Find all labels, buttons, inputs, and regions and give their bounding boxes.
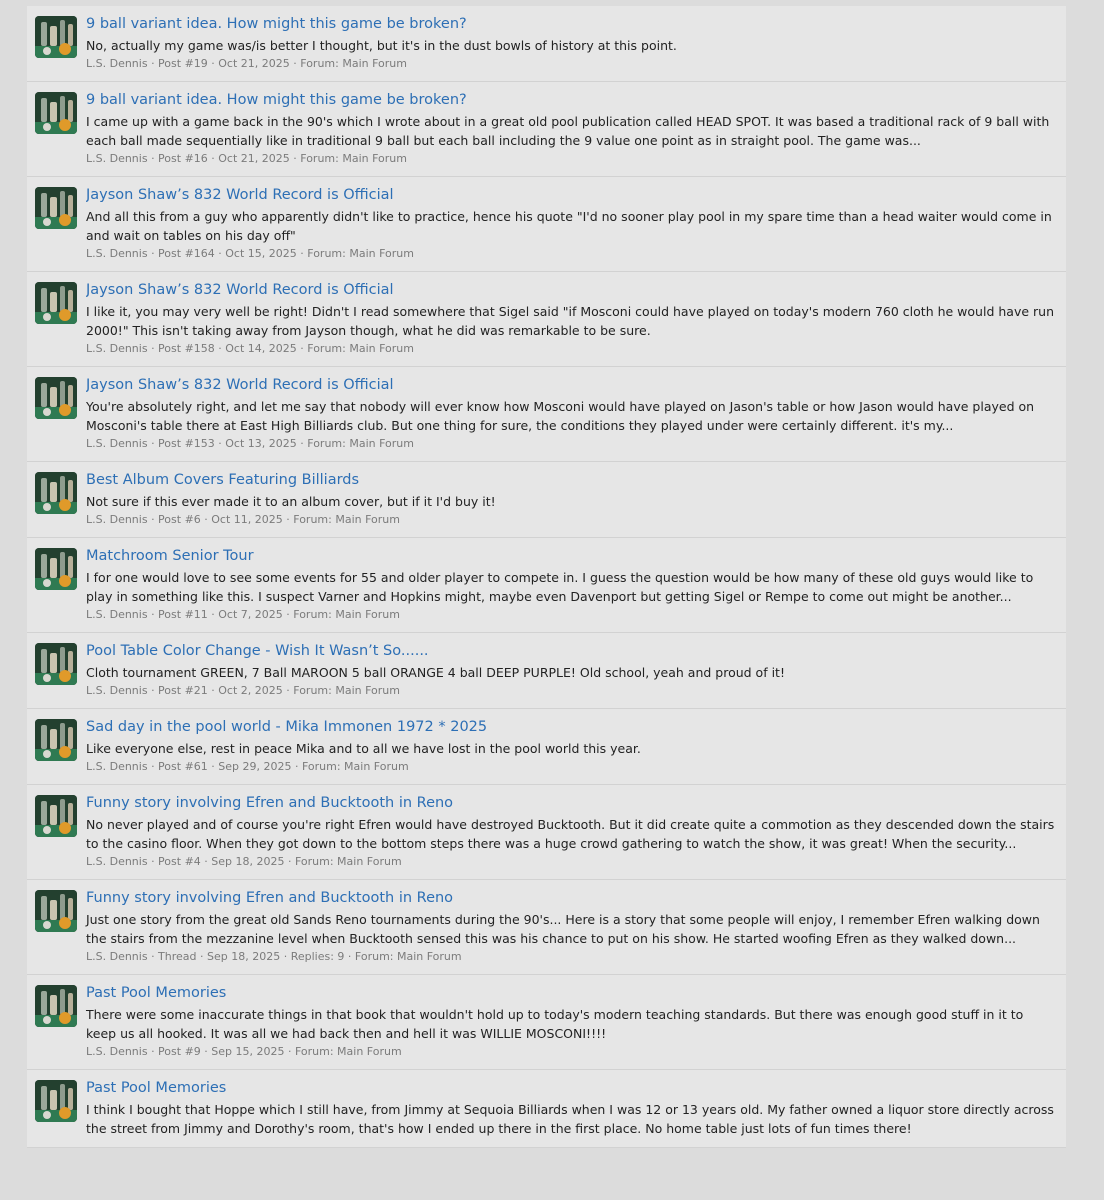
search-result-item: Funny story involving Efren and Bucktoot…: [27, 785, 1066, 880]
result-meta: L.S. Dennis · Post #19 · Oct 21, 2025 · …: [86, 57, 407, 70]
result-content: Funny story involving Efren and Bucktoot…: [86, 794, 1057, 870]
avatar-image-icon: [35, 16, 77, 58]
result-title-link[interactable]: Funny story involving Efren and Bucktoot…: [86, 794, 1057, 812]
result-snippet: I like it, you may very well be right! D…: [86, 304, 1054, 338]
result-meta: L.S. Dennis · Post #61 · Sep 29, 2025 · …: [86, 760, 409, 773]
result-meta: L.S. Dennis · Post #11 · Oct 7, 2025 · F…: [86, 608, 400, 621]
result-meta: L.S. Dennis · Post #153 · Oct 13, 2025 ·…: [86, 437, 414, 450]
avatar[interactable]: [35, 282, 77, 324]
avatar[interactable]: [35, 643, 77, 685]
result-content: Pool Table Color Change - Wish It Wasn’t…: [86, 642, 1057, 699]
avatar[interactable]: [35, 1080, 77, 1122]
result-snippet: Cloth tournament GREEN, 7 Ball MAROON 5 …: [86, 665, 785, 680]
result-snippet: No, actually my game was/is better I tho…: [86, 38, 677, 53]
avatar-image-icon: [35, 187, 77, 229]
result-title-link[interactable]: Matchroom Senior Tour: [86, 547, 1057, 565]
result-meta: L.S. Dennis · Post #16 · Oct 21, 2025 · …: [86, 152, 407, 165]
result-content: Best Album Covers Featuring Billiards No…: [86, 471, 1057, 528]
result-content: Matchroom Senior Tour I for one would lo…: [86, 547, 1057, 623]
avatar[interactable]: [35, 719, 77, 761]
search-result-item: Pool Table Color Change - Wish It Wasn’t…: [27, 633, 1066, 709]
result-snippet: No never played and of course you're rig…: [86, 817, 1055, 851]
avatar[interactable]: [35, 985, 77, 1027]
result-meta: L.S. Dennis · Post #158 · Oct 14, 2025 ·…: [86, 342, 414, 355]
search-result-item: Jayson Shaw’s 832 World Record is Offici…: [27, 177, 1066, 272]
result-title-link[interactable]: Past Pool Memories: [86, 1079, 1057, 1097]
result-meta: L.S. Dennis · Post #6 · Oct 11, 2025 · F…: [86, 513, 400, 526]
result-meta: L.S. Dennis · Post #9 · Sep 15, 2025 · F…: [86, 1045, 402, 1058]
result-title-link[interactable]: 9 ball variant idea. How might this game…: [86, 15, 1057, 33]
result-snippet: I for one would love to see some events …: [86, 570, 1034, 604]
result-content: Funny story involving Efren and Bucktoot…: [86, 889, 1057, 965]
search-result-item: Sad day in the pool world - Mika Immonen…: [27, 709, 1066, 785]
avatar-image-icon: [35, 719, 77, 761]
avatar-image-icon: [35, 890, 77, 932]
avatar[interactable]: [35, 472, 77, 514]
result-title-link[interactable]: 9 ball variant idea. How might this game…: [86, 91, 1057, 109]
result-snippet: Like everyone else, rest in peace Mika a…: [86, 741, 641, 756]
avatar[interactable]: [35, 377, 77, 419]
result-snippet: Just one story from the great old Sands …: [86, 912, 1040, 946]
result-content: 9 ball variant idea. How might this game…: [86, 15, 1057, 72]
avatar-image-icon: [35, 548, 77, 590]
result-meta: L.S. Dennis · Post #164 · Oct 15, 2025 ·…: [86, 247, 414, 260]
search-result-item: Past Pool Memories I think I bought that…: [27, 1070, 1066, 1148]
avatar-image-icon: [35, 985, 77, 1027]
search-results-list: 9 ball variant idea. How might this game…: [27, 6, 1066, 1148]
avatar-image-icon: [35, 92, 77, 134]
result-content: Past Pool Memories I think I bought that…: [86, 1079, 1057, 1138]
search-result-item: Jayson Shaw’s 832 World Record is Offici…: [27, 272, 1066, 367]
search-result-item: Best Album Covers Featuring Billiards No…: [27, 462, 1066, 538]
result-title-link[interactable]: Best Album Covers Featuring Billiards: [86, 471, 1057, 489]
result-snippet: I came up with a game back in the 90's w…: [86, 114, 1050, 148]
avatar[interactable]: [35, 890, 77, 932]
avatar-image-icon: [35, 282, 77, 324]
search-result-item: Funny story involving Efren and Bucktoot…: [27, 880, 1066, 975]
result-title-link[interactable]: Jayson Shaw’s 832 World Record is Offici…: [86, 186, 1057, 204]
result-content: Jayson Shaw’s 832 World Record is Offici…: [86, 186, 1057, 262]
avatar[interactable]: [35, 16, 77, 58]
result-title-link[interactable]: Funny story involving Efren and Bucktoot…: [86, 889, 1057, 907]
result-snippet: And all this from a guy who apparently d…: [86, 209, 1052, 243]
avatar-image-icon: [35, 472, 77, 514]
avatar-image-icon: [35, 1080, 77, 1122]
result-content: Sad day in the pool world - Mika Immonen…: [86, 718, 1057, 775]
search-result-item: 9 ball variant idea. How might this game…: [27, 6, 1066, 82]
result-title-link[interactable]: Jayson Shaw’s 832 World Record is Offici…: [86, 376, 1057, 394]
result-snippet: I think I bought that Hoppe which I stil…: [86, 1102, 1054, 1136]
result-content: 9 ball variant idea. How might this game…: [86, 91, 1057, 167]
result-content: Jayson Shaw’s 832 World Record is Offici…: [86, 281, 1057, 357]
result-title-link[interactable]: Sad day in the pool world - Mika Immonen…: [86, 718, 1057, 736]
avatar-image-icon: [35, 643, 77, 685]
result-title-link[interactable]: Jayson Shaw’s 832 World Record is Offici…: [86, 281, 1057, 299]
search-result-item: Past Pool Memories There were some inacc…: [27, 975, 1066, 1070]
result-title-link[interactable]: Pool Table Color Change - Wish It Wasn’t…: [86, 642, 1057, 660]
result-meta: L.S. Dennis · Thread · Sep 18, 2025 · Re…: [86, 950, 462, 963]
avatar[interactable]: [35, 795, 77, 837]
avatar[interactable]: [35, 187, 77, 229]
result-meta: L.S. Dennis · Post #4 · Sep 18, 2025 · F…: [86, 855, 402, 868]
avatar-image-icon: [35, 795, 77, 837]
search-result-item: Jayson Shaw’s 832 World Record is Offici…: [27, 367, 1066, 462]
result-content: Jayson Shaw’s 832 World Record is Offici…: [86, 376, 1057, 452]
avatar[interactable]: [35, 92, 77, 134]
search-result-item: Matchroom Senior Tour I for one would lo…: [27, 538, 1066, 633]
search-result-item: 9 ball variant idea. How might this game…: [27, 82, 1066, 177]
result-title-link[interactable]: Past Pool Memories: [86, 984, 1057, 1002]
avatar-image-icon: [35, 377, 77, 419]
result-content: Past Pool Memories There were some inacc…: [86, 984, 1057, 1060]
result-snippet: Not sure if this ever made it to an albu…: [86, 494, 496, 509]
result-snippet: There were some inaccurate things in tha…: [86, 1007, 1024, 1041]
result-snippet: You're absolutely right, and let me say …: [86, 399, 1035, 433]
avatar[interactable]: [35, 548, 77, 590]
result-meta: L.S. Dennis · Post #21 · Oct 2, 2025 · F…: [86, 684, 400, 697]
